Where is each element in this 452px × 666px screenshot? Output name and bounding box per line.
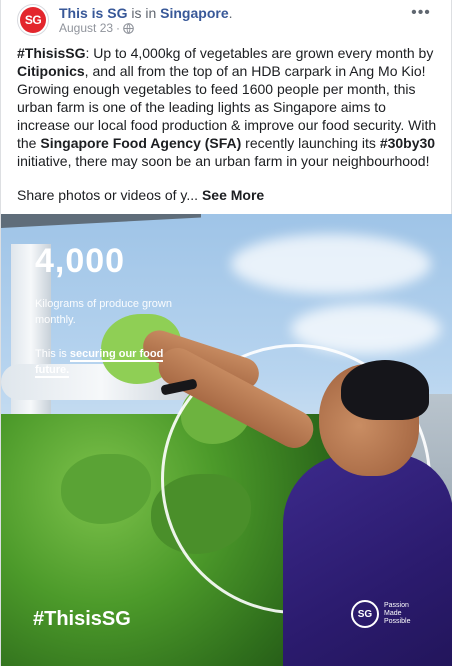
post-meta: August 23 · <box>59 21 134 35</box>
sg-brand-mark: SG Passion Made Possible <box>351 600 424 628</box>
meta-separator: · <box>116 21 121 35</box>
facebook-post: SG This is SG is in Singapore. August 23… <box>0 0 452 666</box>
stat-description: Kilograms of produce grown monthly. <box>35 298 172 326</box>
share-text: Share photos or videos of y... <box>17 187 199 203</box>
stat-number: 4,000 <box>35 242 126 280</box>
post-header: SG This is SG is in Singapore. August 23… <box>1 0 452 40</box>
post-image[interactable] <box>1 214 452 666</box>
post-date[interactable]: August 23 <box>59 21 113 35</box>
page-avatar[interactable]: SG <box>17 4 49 36</box>
post-body: #ThisisSG: Up to 4,000kg of vegetables a… <box>17 45 437 169</box>
person-hair <box>341 360 429 420</box>
sg-logo: SG <box>351 600 379 628</box>
see-more-link[interactable]: See More <box>202 187 264 203</box>
more-options-icon[interactable]: ••• <box>411 5 431 22</box>
location-link[interactable]: Singapore <box>160 5 228 21</box>
avatar-logo: SG <box>20 7 46 33</box>
is-in-text: is in <box>131 5 157 21</box>
sfa-link[interactable]: Singapore Food Agency (SFA) <box>40 135 241 151</box>
cloud <box>231 234 431 294</box>
person-shirt <box>283 454 452 666</box>
sg-tagline: Passion Made Possible <box>384 602 411 625</box>
post-title-line: This is SG is in Singapore. <box>59 5 233 21</box>
citiponics-link[interactable]: Citiponics <box>17 63 85 79</box>
hashtag-thisissg[interactable]: #ThisisSG <box>17 45 85 61</box>
image-hashtag: #ThisisSG <box>33 608 131 630</box>
stat-tagline: This is securing our food future. <box>35 348 164 378</box>
share-line: Share photos or videos of y... See More <box>17 186 264 204</box>
author-link[interactable]: This is SG <box>59 5 127 21</box>
hashtag-30by30[interactable]: #30by30 <box>380 135 435 151</box>
globe-icon[interactable] <box>123 22 134 34</box>
